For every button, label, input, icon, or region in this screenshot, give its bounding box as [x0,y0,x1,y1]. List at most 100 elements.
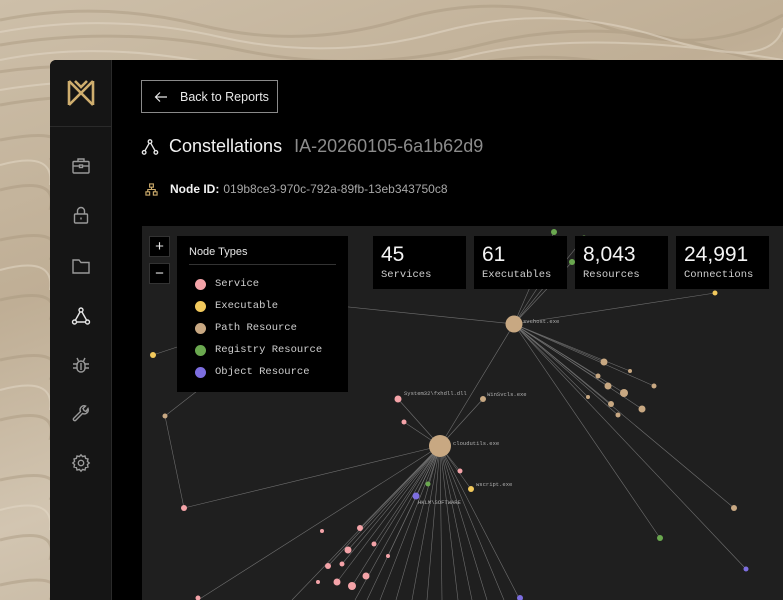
stat-label: Services [381,269,432,281]
page-title: Constellations [169,136,283,156]
graph-label-n3: wscript.exe [476,481,512,488]
graph-node[interactable] [386,554,390,558]
legend-label: Object Resource [215,366,310,378]
stat-value: 61 [482,243,506,266]
graph-node[interactable] [348,582,356,590]
report-id: IA-20260105-6a1b62d9 [294,136,484,156]
legend-item-service: Service [189,273,336,295]
graph-node[interactable] [320,529,324,533]
legend-item-object-resource: Object Resource [189,361,336,383]
graph-node[interactable] [162,413,168,419]
graph-node[interactable] [344,546,352,554]
graph-node[interactable] [401,419,407,425]
graph-node[interactable] [357,525,363,531]
graph-node[interactable] [333,578,341,586]
stat-label: Resources [583,269,640,281]
graph-node[interactable] [316,580,320,584]
constellation-icon [71,307,91,325]
graph-label-n4: HKLM\SOFTWARE [418,499,462,506]
graph-node[interactable] [325,563,331,569]
nav-constellations[interactable] [67,302,95,330]
stat-label: Executables [482,269,552,281]
constellation-icon [141,138,159,155]
node-id-value: 019b8ce3-970c-792a-89fb-13eb343750c8 [223,182,448,196]
graph-node[interactable] [638,405,646,413]
graph-node[interactable] [425,481,431,487]
stat-executables: 61 Executables [474,236,567,289]
graph-node[interactable] [600,358,608,366]
graph-label-hub1: cloudutils.exe [453,440,499,447]
graph-node[interactable] [195,595,201,600]
graph-node[interactable] [651,383,657,389]
legend-label: Service [215,278,260,290]
stat-label: Connections [684,269,754,281]
graph-node[interactable] [620,389,628,397]
stat-resources: 8,043 Resources [575,236,668,289]
node-types-legend: Node Types Service Executable Path Resou… [177,236,348,392]
graph-node[interactable] [480,396,486,402]
zoom-in-button[interactable]: + [149,236,170,257]
legend-label: Path Resource [215,322,297,334]
legend-item-registry-resource: Registry Resource [189,339,336,361]
graph-node[interactable] [551,229,557,235]
graph-node[interactable] [743,566,749,572]
graph-node[interactable] [608,401,614,407]
node-id-label: Node ID: [170,182,220,196]
logo [50,60,111,127]
legend-dot [195,300,206,312]
graph-node[interactable] [362,572,370,580]
graph-node[interactable] [468,486,474,492]
wrench-icon [72,405,89,422]
nav-settings[interactable] [67,449,95,477]
folder-icon [72,259,90,274]
stat-services: 45 Services [373,236,466,289]
constellation-graph[interactable]: cloudutils.exe svchost.exe System32\fxhd… [142,226,783,600]
brand-logo-icon [67,80,94,106]
graph-node[interactable] [181,505,187,511]
graph-label-hub2: svchost.exe [523,318,559,325]
back-button-label: Back to Reports [180,89,269,104]
bug-icon [73,357,89,373]
page-title-row: Constellations IA-20260105-6a1b62d9 [141,136,483,157]
legend-dot [195,322,206,334]
graph-node[interactable] [615,412,621,418]
back-to-reports-button[interactable]: Back to Reports [141,80,278,113]
legend-label: Executable [215,300,279,312]
hub-node-svchost[interactable] [505,315,523,333]
graph-node[interactable] [628,369,632,373]
graph-node[interactable] [731,505,737,511]
graph-node[interactable] [586,395,590,399]
graph-node[interactable] [457,468,463,474]
stat-value: 45 [381,243,405,266]
stat-connections: 24,991 Connections [676,236,769,289]
legend-dot [195,366,206,378]
graph-node[interactable] [604,382,612,390]
nav-bug[interactable] [67,351,95,379]
nav-wrench[interactable] [67,400,95,428]
graph-node[interactable] [150,352,156,358]
hub-node-cloudutils[interactable] [429,435,451,457]
legend-item-executable: Executable [189,295,336,317]
node-id-row: Node ID: 019b8ce3-970c-792a-89fb-13eb343… [145,182,448,196]
graph-node[interactable] [657,535,663,541]
legend-dot [195,278,206,290]
nav-briefcase[interactable] [67,152,95,180]
graph-node[interactable] [371,541,377,547]
graph-node[interactable] [394,395,402,403]
nav-folder[interactable] [67,252,95,280]
graph-node[interactable] [595,373,601,379]
legend-title: Node Types [189,246,336,265]
briefcase-icon [72,158,90,174]
hierarchy-icon [145,182,158,196]
arrow-left-icon [154,91,167,102]
graph-node[interactable] [339,561,345,567]
legend-dot [195,344,206,356]
graph-node[interactable] [712,290,718,296]
graph-label-n2: WinSvcls.exe [487,391,527,398]
stat-value: 24,991 [684,243,749,266]
nav-lock[interactable] [67,201,95,229]
legend-item-path-resource: Path Resource [189,317,336,339]
graph-node[interactable] [412,492,420,500]
graph-label-n1: System32\fxhdll.dll [404,390,467,397]
zoom-out-button[interactable]: − [149,263,170,284]
